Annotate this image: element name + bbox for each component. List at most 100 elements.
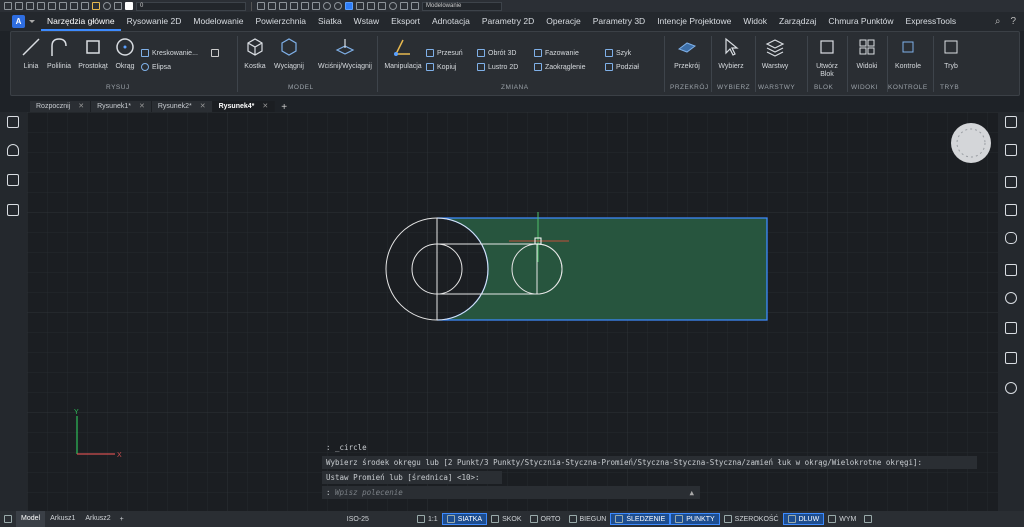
hatch-button[interactable]: Kreskowanie... (141, 48, 198, 58)
annotation-scale[interactable]: 1:1 (413, 511, 442, 527)
toggle-tracking[interactable]: ŚLEDZENIE (610, 513, 671, 525)
tool-icon[interactable] (268, 2, 276, 10)
tab-export[interactable]: Eksport (385, 12, 426, 31)
app-menu-caret-icon[interactable] (29, 20, 35, 23)
search-icon[interactable]: ⌕ (995, 16, 1001, 27)
layout-icon[interactable] (1005, 204, 1017, 216)
undo-icon[interactable] (59, 2, 67, 10)
tab-manage[interactable]: Zarządzaj (773, 12, 822, 31)
tab-draw-2d[interactable]: Rysowanie 2D (121, 12, 188, 31)
tab-mesh[interactable]: Siatka (312, 12, 348, 31)
match-properties-icon[interactable] (257, 2, 265, 10)
sliders-icon[interactable] (1005, 116, 1017, 128)
polyline-button[interactable]: Polilinia (41, 36, 77, 71)
lineweight-icon[interactable] (290, 2, 298, 10)
tab-layout2[interactable]: Arkusz2 (80, 511, 115, 527)
settings-icon[interactable] (389, 2, 397, 10)
print-icon[interactable] (1005, 352, 1017, 364)
structure-icon[interactable] (7, 174, 19, 186)
bulb-icon[interactable] (7, 144, 19, 156)
tab-parametric-2d[interactable]: Parametry 2D (476, 12, 540, 31)
mode-button[interactable]: Tryb (933, 36, 969, 71)
app-menu-logo[interactable]: A (12, 15, 25, 28)
view-icon[interactable] (323, 2, 331, 10)
rectangle-button[interactable]: Prostokąt (75, 36, 111, 71)
tab-modeling[interactable]: Modelowanie (187, 12, 249, 31)
print-icon[interactable] (48, 2, 56, 10)
library-icon[interactable] (1005, 176, 1017, 188)
ellipse-button[interactable]: Elipsa (141, 62, 171, 72)
image-icon[interactable] (1005, 264, 1017, 276)
split-button[interactable]: Podział (605, 62, 639, 72)
select-button[interactable]: Wybierz (713, 36, 749, 71)
rotate3d-button[interactable]: Obrót 3D (477, 48, 516, 58)
layer-manager-icon[interactable] (312, 2, 320, 10)
controls-button[interactable]: Kontrole (887, 36, 929, 71)
section-button[interactable]: Przekrój (669, 36, 705, 71)
table-icon[interactable] (378, 2, 386, 10)
array-button[interactable]: Szyk (605, 48, 631, 58)
toggle-polar[interactable]: BIEGUN (565, 511, 611, 527)
color-icon[interactable] (114, 2, 122, 10)
tab-model[interactable]: Model (16, 511, 46, 527)
dimension-style[interactable]: ISO-25 (343, 511, 373, 527)
open-file-icon[interactable] (15, 2, 23, 10)
render-icon[interactable] (356, 2, 364, 10)
tab-layout1[interactable]: Arkusz1 (45, 511, 80, 527)
properties-icon[interactable] (301, 2, 309, 10)
grid-icon[interactable] (367, 2, 375, 10)
layers-button[interactable]: Warstwy (757, 36, 793, 71)
box-button[interactable]: Kostka (237, 36, 273, 71)
color-swatch-icon[interactable] (125, 2, 133, 10)
toggle-grid[interactable]: SIATKA (441, 513, 488, 525)
tab-insert[interactable]: Wstaw (348, 12, 386, 31)
toggle-points[interactable]: PUNKTY (670, 513, 720, 525)
views-button[interactable]: Widoki (849, 36, 885, 71)
help-icon[interactable] (400, 2, 408, 10)
chamfer-button[interactable]: Fazowanie (534, 48, 579, 58)
presspull-button[interactable]: Wciśnij/Wyciągnij (315, 36, 375, 71)
status-settings-icon[interactable] (860, 511, 876, 527)
active-tool-icon[interactable] (345, 2, 353, 10)
add-layout-button[interactable]: + (116, 511, 128, 527)
create-block-button[interactable]: Utwórz Blok (809, 36, 845, 79)
toggle-snap[interactable]: SKOK (487, 511, 525, 527)
save-icon[interactable] (26, 2, 34, 10)
layout-grid-icon[interactable] (0, 511, 16, 527)
tab-operations[interactable]: Operacje (540, 12, 587, 31)
manipulate-button[interactable]: Manipulacja (379, 36, 427, 71)
layer-icon[interactable] (92, 2, 100, 10)
mirror2d-button[interactable]: Lustro 2D (477, 62, 518, 72)
tab-point-cloud[interactable]: Chmura Punktów (822, 12, 899, 31)
pin-icon[interactable] (1005, 292, 1017, 304)
save-as-icon[interactable] (37, 2, 45, 10)
command-input[interactable]: : Wpisz polecenie ▲ (322, 486, 700, 499)
toggle-lineweight[interactable]: SZEROKOŚĆ (720, 511, 783, 527)
map-icon[interactable] (1005, 322, 1017, 334)
tab-surface[interactable]: Powierzchnia (249, 12, 312, 31)
document-icon[interactable] (1005, 144, 1017, 156)
new-tab-button[interactable]: + (275, 102, 293, 113)
extrude-button[interactable]: Wyciągnij (271, 36, 307, 71)
tab-parametric-3d[interactable]: Parametry 3D (587, 12, 651, 31)
history-toggle-icon[interactable]: ▲ (689, 486, 694, 499)
layer-dropdown[interactable]: 0 (136, 1, 246, 11)
properties-panel-icon[interactable] (7, 116, 19, 128)
toggle-dyn[interactable]: WYM (824, 511, 860, 527)
circle-button[interactable]: Okrąg (107, 36, 143, 71)
cloud-icon[interactable] (1005, 382, 1017, 394)
attachment-icon[interactable] (1005, 232, 1017, 244)
help-icon[interactable]: ? (1010, 16, 1016, 27)
toggle-ortho[interactable]: ORTO (526, 511, 565, 527)
workspace-dropdown[interactable]: Modelowanie (422, 1, 502, 11)
fillet-button[interactable]: Zaokrąglenie (534, 62, 585, 72)
tab-express-tools[interactable]: ExpressTools (900, 12, 963, 31)
toggle-ducs[interactable]: DLUW (782, 513, 825, 525)
spline-button[interactable] (211, 48, 219, 58)
share-icon[interactable] (411, 2, 419, 10)
layer-state-icon[interactable] (103, 2, 111, 10)
move-button[interactable]: Przesuń (426, 48, 463, 58)
tab-view[interactable]: Widok (737, 12, 773, 31)
redo-icon[interactable] (70, 2, 78, 10)
copy-button[interactable]: Kopiuj (426, 62, 456, 72)
